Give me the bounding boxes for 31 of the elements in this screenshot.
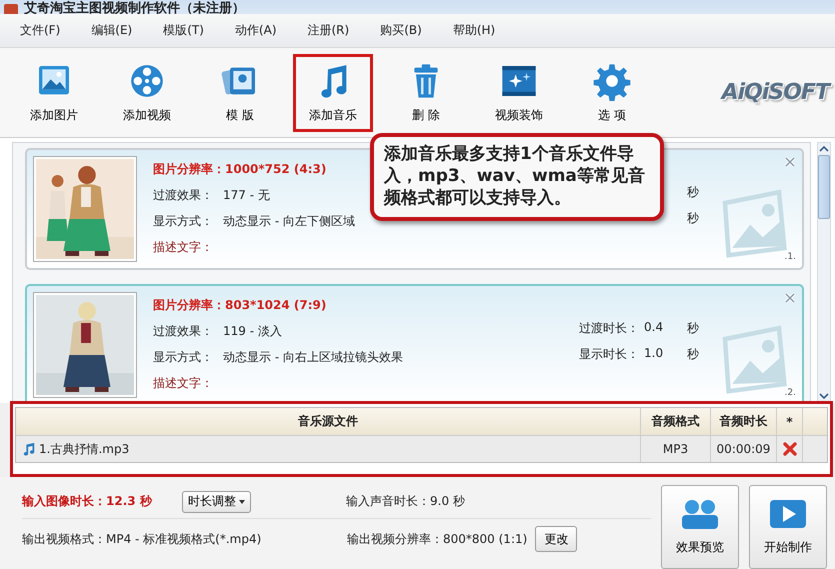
field-label: 描述文字： [153, 239, 213, 256]
field-value: 1.0 [644, 346, 664, 362]
callout-tooltip: 添加音乐最多支持1个音乐文件导入，mp3、wav、wma等常见音频格式都可以支持导入。 [370, 133, 664, 221]
field-label: 显示时长： [579, 346, 640, 363]
resolution-text: 图片分辨率：803*1024 (7:9) [153, 297, 326, 314]
field-value: 119 - 淡入 [223, 323, 282, 340]
output-resolution-text: 输出视频分辨率：800*800 (1:1) [347, 530, 528, 548]
table-cell: 1.古典抒情.mp3 [39, 440, 130, 458]
field-label: 过渡效果： [153, 323, 213, 340]
field-label: 过渡效果： [153, 187, 213, 204]
unit-label: 秒 [687, 346, 699, 363]
sound-duration-text: 输入声音时长：9.0 秒 [346, 493, 465, 510]
card-number: .1. [784, 252, 796, 262]
field-label: 过渡时长： [579, 320, 640, 337]
field-label: 描述文字： [153, 375, 213, 392]
table-cell: 00:00:09 [711, 436, 777, 462]
logo: AiQiSOFT [722, 80, 829, 105]
table-cell: MP3 [641, 436, 711, 462]
output-format-text: 输出视频格式：MP4 - 标准视频格式(*.mp4) [22, 530, 262, 548]
resolution-text: 图片分辨率：1000*752 (4:3) [153, 161, 326, 178]
field-value: 动态显示 - 向左下侧区域 [223, 213, 355, 230]
card-number: .2. [784, 388, 796, 398]
field-label: 显示方式： [153, 349, 213, 366]
field-label: 显示方式： [153, 213, 213, 230]
unit-label: 秒 [687, 320, 699, 337]
unit-label: 秒 [687, 184, 699, 201]
field-value: 0.4 [644, 320, 664, 336]
image-duration-text: 输入图像时长：12.3 秒 [22, 493, 154, 510]
field-value: 动态显示 - 向右上区域拉镜头效果 [223, 349, 403, 366]
unit-label: 秒 [687, 210, 699, 227]
field-value: 177 - 无 [223, 187, 270, 204]
